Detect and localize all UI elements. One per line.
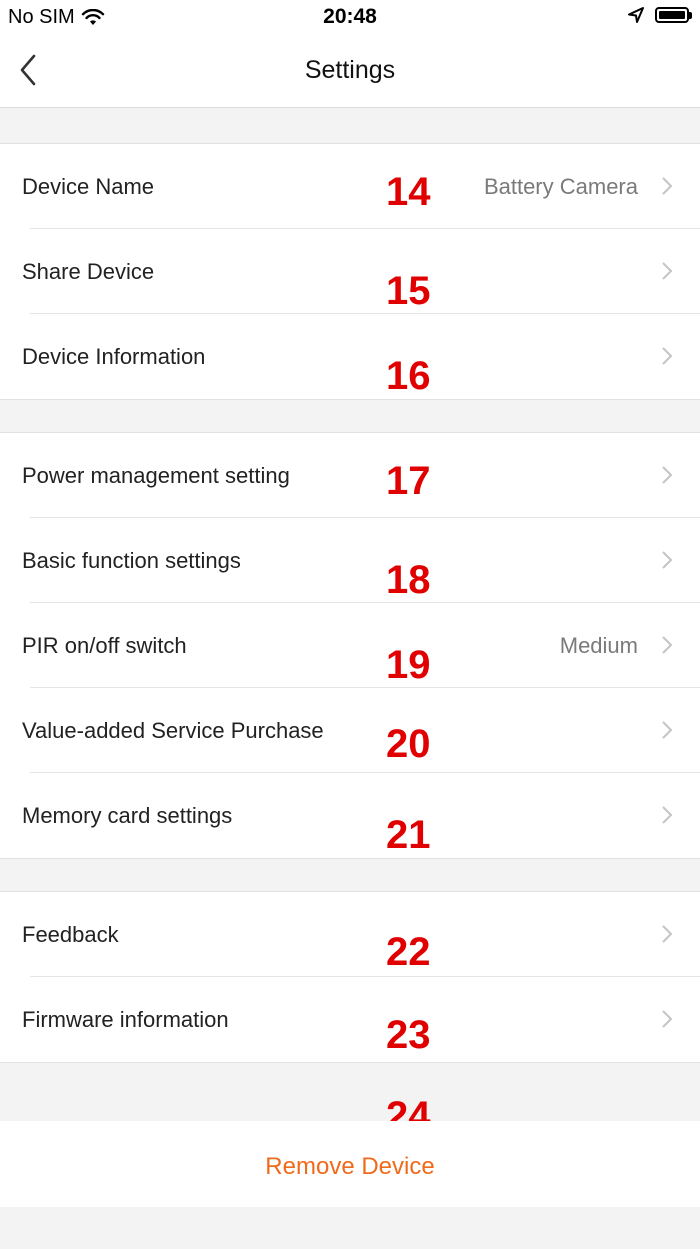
marker-number: 17 xyxy=(386,459,431,503)
device-name-label: Device Name xyxy=(22,174,155,199)
basic-function-row[interactable]: Basic function settings 18 xyxy=(0,518,700,603)
remove-device-label: Remove Device xyxy=(265,1153,435,1180)
chevron-right-icon xyxy=(662,551,673,569)
chevron-right-icon xyxy=(662,1010,673,1028)
marker-number: 16 xyxy=(386,354,431,398)
marker-number: 18 xyxy=(386,558,431,602)
share-device-label: Share Device xyxy=(22,259,155,284)
device-name-row[interactable]: Device Name 14 Battery Camera xyxy=(0,144,700,229)
firmware-information-row[interactable]: Firmware information 23 xyxy=(0,977,700,1062)
chevron-right-icon xyxy=(662,177,673,195)
marker-number: 21 xyxy=(386,813,431,857)
navigation-bar: Settings xyxy=(0,36,700,108)
value-added-service-label: Value-added Service Purchase xyxy=(22,718,324,743)
status-indicators xyxy=(627,6,692,24)
pir-switch-value: Medium xyxy=(559,633,638,658)
firmware-information-label: Firmware information xyxy=(22,1007,229,1032)
chevron-right-icon xyxy=(662,721,673,739)
chevron-right-icon xyxy=(662,806,673,824)
marker-number: 22 xyxy=(386,930,431,974)
location-arrow-icon xyxy=(628,7,644,23)
marker-number: 14 xyxy=(386,170,431,214)
device-information-label: Device Information xyxy=(22,344,206,369)
memory-card-row[interactable]: Memory card settings 21 xyxy=(0,773,700,858)
chevron-right-icon xyxy=(662,925,673,943)
memory-card-label: Memory card settings xyxy=(22,803,233,828)
value-added-service-row[interactable]: Value-added Service Purchase 20 xyxy=(0,688,700,773)
settings-group-support: Feedback 22 Firmware information 23 xyxy=(0,891,700,1063)
marker-number: 19 xyxy=(386,643,431,687)
device-information-row[interactable]: Device Information 16 xyxy=(0,314,700,399)
chevron-right-icon xyxy=(662,636,673,654)
power-management-row[interactable]: Power management setting 17 xyxy=(0,433,700,518)
page-title: Settings xyxy=(304,56,396,84)
pir-switch-row[interactable]: PIR on/off switch 19 Medium xyxy=(0,603,700,688)
settings-group-functions: Power management setting 17 Basic functi… xyxy=(0,432,700,859)
marker-number: 15 xyxy=(386,269,431,313)
device-name-value: Battery Camera xyxy=(483,174,638,199)
feedback-row[interactable]: Feedback 22 xyxy=(0,892,700,977)
battery-icon xyxy=(655,7,689,23)
basic-function-label: Basic function settings xyxy=(22,548,241,573)
remove-device-button[interactable]: Remove Device xyxy=(0,1121,700,1207)
share-device-row[interactable]: Share Device 15 xyxy=(0,229,700,314)
power-management-label: Power management setting xyxy=(22,463,290,488)
chevron-right-icon xyxy=(662,347,673,365)
chevron-right-icon xyxy=(662,466,673,484)
status-time: 20:48 xyxy=(323,5,377,28)
settings-group-device: Device Name 14 Battery Camera Share Devi… xyxy=(0,143,700,400)
status-bar: No SIM 20:48 xyxy=(0,0,700,36)
pir-switch-label: PIR on/off switch xyxy=(22,633,187,658)
marker-number: 23 xyxy=(386,1013,431,1057)
feedback-label: Feedback xyxy=(22,922,119,947)
marker-number: 20 xyxy=(386,722,431,766)
chevron-right-icon xyxy=(662,262,673,280)
